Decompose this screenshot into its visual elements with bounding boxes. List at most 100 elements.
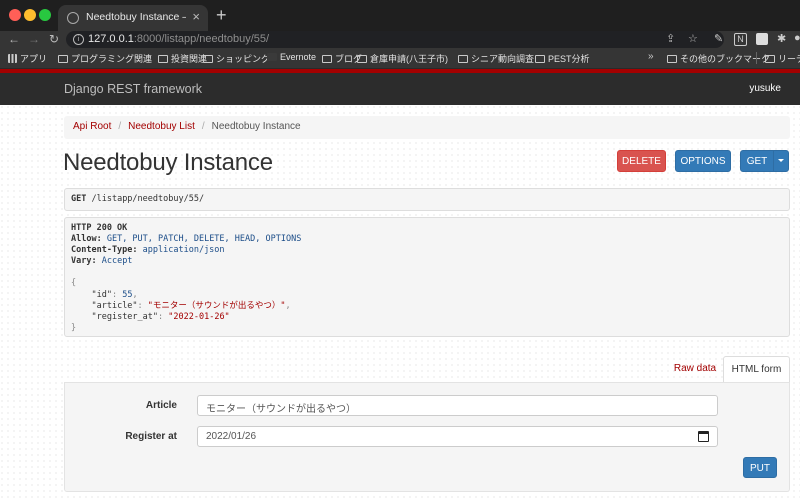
- bookmark-label: Evernote: [280, 52, 317, 62]
- minimize-window-button[interactable]: [24, 9, 36, 21]
- header-value: GET, PUT, PATCH, DELETE, HEAD, OPTIONS: [106, 234, 302, 245]
- json-brace: }: [71, 322, 77, 333]
- bookmark-folder[interactable]: シニア動向調査: [458, 52, 534, 65]
- browser-toolbar: ← → ↻ i 127.0.0.1:8000/listapp/needtobuy…: [0, 31, 800, 48]
- json-key: "id": [91, 289, 112, 300]
- folder-icon: [667, 55, 677, 63]
- bookmark-folder[interactable]: ブログ: [322, 52, 362, 65]
- header-key: Allow:: [71, 234, 102, 245]
- globe-icon: [67, 12, 79, 24]
- address-bar[interactable]: i 127.0.0.1:8000/listapp/needtobuy/55/ ⇪…: [66, 31, 724, 48]
- bookmark-label: PEST分析: [548, 54, 590, 64]
- header-value: application/json: [142, 245, 225, 256]
- share-icon[interactable]: ⇪: [666, 32, 675, 45]
- request-info: GET /listapp/needtobuy/55/: [64, 188, 790, 211]
- reading-list[interactable]: リーディ: [765, 52, 800, 65]
- tab-raw-data[interactable]: Raw data: [666, 356, 724, 382]
- header-key: Vary:: [71, 256, 97, 267]
- brand-link[interactable]: Django REST framework: [64, 82, 202, 96]
- bookmark-star-icon[interactable]: ☆: [688, 32, 698, 45]
- tab-title: Needtobuy Instance – Django REST framewo…: [86, 11, 186, 23]
- breadcrumb-current: Needtobuy Instance: [211, 121, 301, 132]
- maximize-window-button[interactable]: [39, 9, 51, 21]
- browser-titlebar: Needtobuy Instance – Django REST framewo…: [0, 0, 800, 31]
- forward-arrow-icon[interactable]: →: [28, 31, 40, 48]
- bookmark-evernote[interactable]: Evernote: [267, 52, 316, 62]
- apps-grid-icon: [8, 54, 17, 63]
- bookmark-label: 投資関連: [171, 54, 208, 64]
- folder-icon: [322, 55, 332, 63]
- header-value: Accept: [101, 256, 133, 267]
- extension-icon[interactable]: [756, 33, 768, 45]
- json-key: "article": [91, 300, 138, 311]
- bookmark-label: プログラミング関連: [71, 54, 153, 64]
- bookmark-apps[interactable]: アプリ: [8, 52, 47, 65]
- breadcrumb-separator: /: [118, 121, 122, 132]
- url-text[interactable]: 127.0.0.1:8000/listapp/needtobuy/55/: [88, 33, 269, 45]
- bookmark-folder[interactable]: PEST分析: [535, 52, 590, 65]
- folder-icon: [203, 55, 213, 63]
- register-at-label: Register at: [125, 431, 177, 442]
- article-input[interactable]: モニター（サウンドが出るやつ）: [197, 395, 718, 416]
- options-button[interactable]: OPTIONS: [675, 150, 731, 172]
- page-title: Needtobuy Instance: [63, 149, 273, 176]
- bookmark-label: ショッピング: [216, 54, 271, 64]
- bookmark-label: リーディ: [778, 54, 800, 64]
- caret-down-icon: [778, 159, 784, 162]
- json-value: "2022-01-26": [168, 311, 230, 322]
- tab-html-form[interactable]: HTML form: [723, 356, 790, 383]
- json-value: 55: [122, 289, 133, 300]
- bookmark-folder[interactable]: ショッピング: [203, 52, 270, 65]
- breadcrumb-api-root[interactable]: Api Root: [73, 121, 111, 132]
- request-method: GET: [71, 194, 87, 204]
- delete-button[interactable]: DELETE: [617, 150, 666, 172]
- bookmark-folder[interactable]: プログラミング関連: [58, 52, 152, 65]
- bookmark-folder[interactable]: 倉庫申請(八王子市): [357, 52, 448, 65]
- info-icon[interactable]: i: [73, 34, 84, 45]
- breadcrumb-separator: /: [201, 121, 205, 132]
- header-key: Content-Type:: [71, 245, 138, 256]
- response-status: HTTP 200 OK: [71, 223, 128, 233]
- folder-icon: [158, 55, 168, 63]
- folder-icon: [458, 55, 468, 63]
- evernote-icon: [267, 53, 277, 61]
- json-value: "モニター（サウンドが出るやつ）": [147, 300, 286, 311]
- bookmark-folder[interactable]: 投資関連: [158, 52, 207, 65]
- tab-close-icon[interactable]: ×: [192, 9, 200, 24]
- reading-list-icon: [765, 55, 775, 63]
- extensions-puzzle-icon[interactable]: ✱: [777, 32, 786, 45]
- pen-extension-icon[interactable]: ✎: [714, 32, 723, 45]
- breadcrumb-list[interactable]: Needtobuy List: [128, 121, 195, 132]
- json-key: "register_at": [91, 311, 159, 322]
- request-path: /listapp/needtobuy/55/: [91, 194, 205, 204]
- json-brace: {: [71, 278, 77, 289]
- close-window-button[interactable]: [9, 9, 21, 21]
- navbar: Django REST framework yusuke: [0, 73, 800, 105]
- breadcrumb: Api Root / Needtobuy List / Needtobuy Instan…: [64, 116, 790, 139]
- bookmark-label: アプリ: [20, 54, 48, 64]
- folder-icon: [357, 55, 367, 63]
- register-at-value: 2022/01/26: [206, 431, 257, 442]
- reload-icon[interactable]: ↻: [49, 31, 59, 48]
- url-host: 127.0.0.1: [88, 33, 134, 45]
- bookmarks-divider: [756, 52, 757, 64]
- back-arrow-icon[interactable]: ←: [8, 31, 20, 48]
- calendar-icon[interactable]: [698, 431, 709, 442]
- profile-avatar-icon[interactable]: ●: [794, 32, 800, 44]
- url-path: :8000/listapp/needtobuy/55/: [133, 33, 270, 45]
- register-at-date-input[interactable]: 2022/01/26: [197, 426, 718, 447]
- new-tab-button[interactable]: +: [216, 5, 227, 25]
- user-menu[interactable]: yusuke: [749, 83, 781, 94]
- browser-tab-active[interactable]: Needtobuy Instance – Django REST framewo…: [58, 5, 208, 31]
- folder-icon: [535, 55, 545, 63]
- bookmarks-overflow-button[interactable]: »: [648, 51, 654, 62]
- article-label: Article: [145, 400, 177, 411]
- get-format-dropdown[interactable]: [773, 150, 789, 172]
- response-info: HTTP 200 OK Allow: GET, PUT, PATCH, DELE…: [64, 217, 790, 337]
- get-button[interactable]: GET: [740, 150, 774, 172]
- notion-extension-icon[interactable]: N: [734, 33, 747, 46]
- bookmark-other[interactable]: その他のブックマーク: [667, 52, 770, 65]
- bookmarks-bar: アプリ プログラミング関連 投資関連 ショッピング Evernote ブログ 倉…: [0, 48, 800, 69]
- put-button[interactable]: PUT: [743, 457, 777, 478]
- bookmark-label: シニア動向調査: [471, 54, 535, 64]
